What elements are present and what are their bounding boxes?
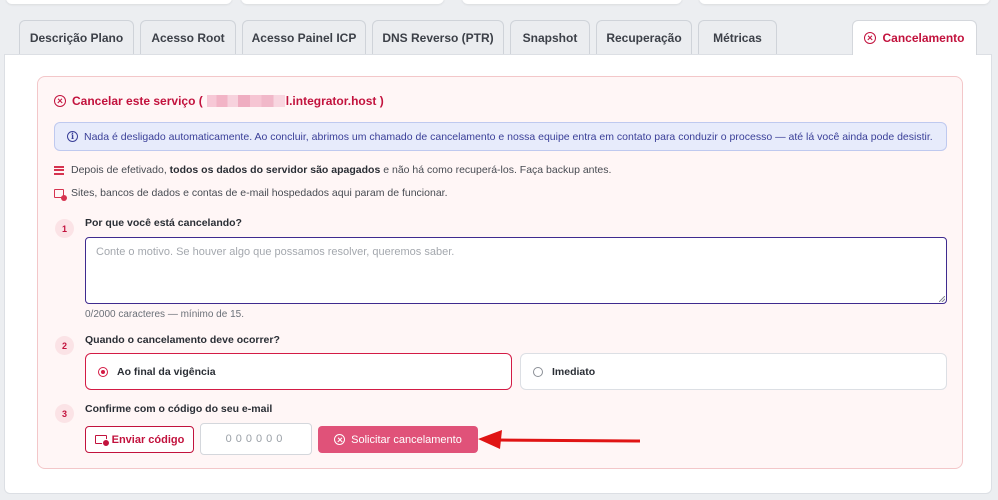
warning-services-stop: Sites, bancos de dados e contas de e-mai…	[54, 187, 448, 201]
tab-snapshot[interactable]: Snapshot	[510, 20, 590, 54]
top-strip	[0, 0, 998, 6]
tab-dns-reverso[interactable]: DNS Reverso (PTR)	[372, 20, 504, 54]
tab-label: Descrição Plano	[29, 30, 124, 45]
option-label: Ao final da vigência	[117, 365, 216, 378]
step-number: 2	[55, 336, 74, 355]
radio-selected-icon	[98, 366, 108, 377]
cancel-title-prefix: Cancelar este serviço (	[72, 94, 203, 108]
top-card	[699, 0, 990, 4]
mail-off-icon	[54, 188, 67, 201]
option-end-of-term[interactable]: Ao final da vigência	[85, 353, 512, 390]
tab-label: Snapshot	[522, 30, 578, 45]
tab-label: Acesso Painel ICP	[251, 30, 357, 45]
tab-label: Acesso Root	[151, 30, 225, 45]
red-arrow-annotation	[478, 430, 641, 449]
send-code-label: Enviar código	[111, 433, 185, 446]
info-banner: i Nada é desligado automaticamente. Ao c…	[54, 122, 947, 151]
code-input[interactable]	[200, 423, 312, 455]
cancel-circle-icon	[864, 32, 877, 44]
mail-send-icon	[94, 435, 110, 447]
radio-empty-icon	[533, 366, 543, 377]
top-card	[241, 0, 444, 4]
cancel-service-card: Cancelar este serviço ( l.integrator.hos…	[37, 76, 963, 469]
warning1-pre: Depois de efetivado,	[71, 164, 167, 176]
step-label-when: Quando o cancelamento deve ocorrer?	[85, 334, 280, 346]
info-icon: i	[67, 131, 78, 142]
step-number: 1	[55, 219, 74, 238]
request-cancel-button[interactable]: Solicitar cancelamento	[318, 426, 478, 453]
tab-metricas[interactable]: Métricas	[698, 20, 777, 54]
option-immediate[interactable]: Imediato	[520, 353, 947, 390]
tab-acesso-root[interactable]: Acesso Root	[140, 20, 236, 54]
tab-label: DNS Reverso (PTR)	[382, 30, 494, 45]
tab-label: Recuperação	[606, 30, 682, 45]
step-label-confirm: Confirme com o código do seu e-mail	[85, 403, 273, 415]
cancel-circle-icon	[54, 95, 66, 107]
step-label-reason: Por que você está cancelando?	[85, 217, 242, 229]
tab-label: Cancelamento	[882, 31, 965, 45]
top-card	[6, 0, 232, 4]
database-icon	[54, 165, 64, 175]
option-label: Imediato	[552, 365, 596, 378]
resize-handle[interactable]	[939, 296, 945, 302]
warning2-text: Sites, bancos de dados e contas de e-mai…	[71, 187, 448, 199]
request-cancel-label: Solicitar cancelamento	[351, 433, 462, 446]
top-card	[462, 0, 682, 4]
cancel-circle-icon	[334, 434, 346, 445]
char-counter: 0/2000 caracteres — mínimo de 15.	[85, 309, 244, 320]
arrow-shaft	[497, 438, 641, 443]
tab-cancelamento[interactable]: Cancelamento	[852, 20, 977, 55]
arrow-head	[478, 430, 502, 449]
warning-data-loss: Depois de efetivado, todos os dados do s…	[54, 164, 611, 176]
info-text: Nada é desligado automaticamente. Ao con…	[84, 130, 933, 143]
cancel-title-host: l.integrator.host )	[285, 94, 384, 108]
warning1-post: e não há como recuperá-los. Faça backup …	[383, 164, 612, 176]
send-code-button[interactable]: Enviar código	[85, 426, 194, 453]
tab-label: Métricas	[713, 30, 762, 45]
tab-recuperacao[interactable]: Recuperação	[596, 20, 692, 54]
reason-textarea[interactable]	[85, 237, 947, 304]
tab-descricao-plano[interactable]: Descrição Plano	[19, 20, 134, 54]
cancel-title: Cancelar este serviço ( l.integrator.hos…	[54, 94, 384, 108]
tab-acesso-painel-icp[interactable]: Acesso Painel ICP	[242, 20, 366, 54]
warning1-bold: todos os dados do servidor são apagados	[169, 164, 381, 176]
redacted-hostname	[206, 95, 285, 107]
step-number: 3	[55, 404, 74, 423]
